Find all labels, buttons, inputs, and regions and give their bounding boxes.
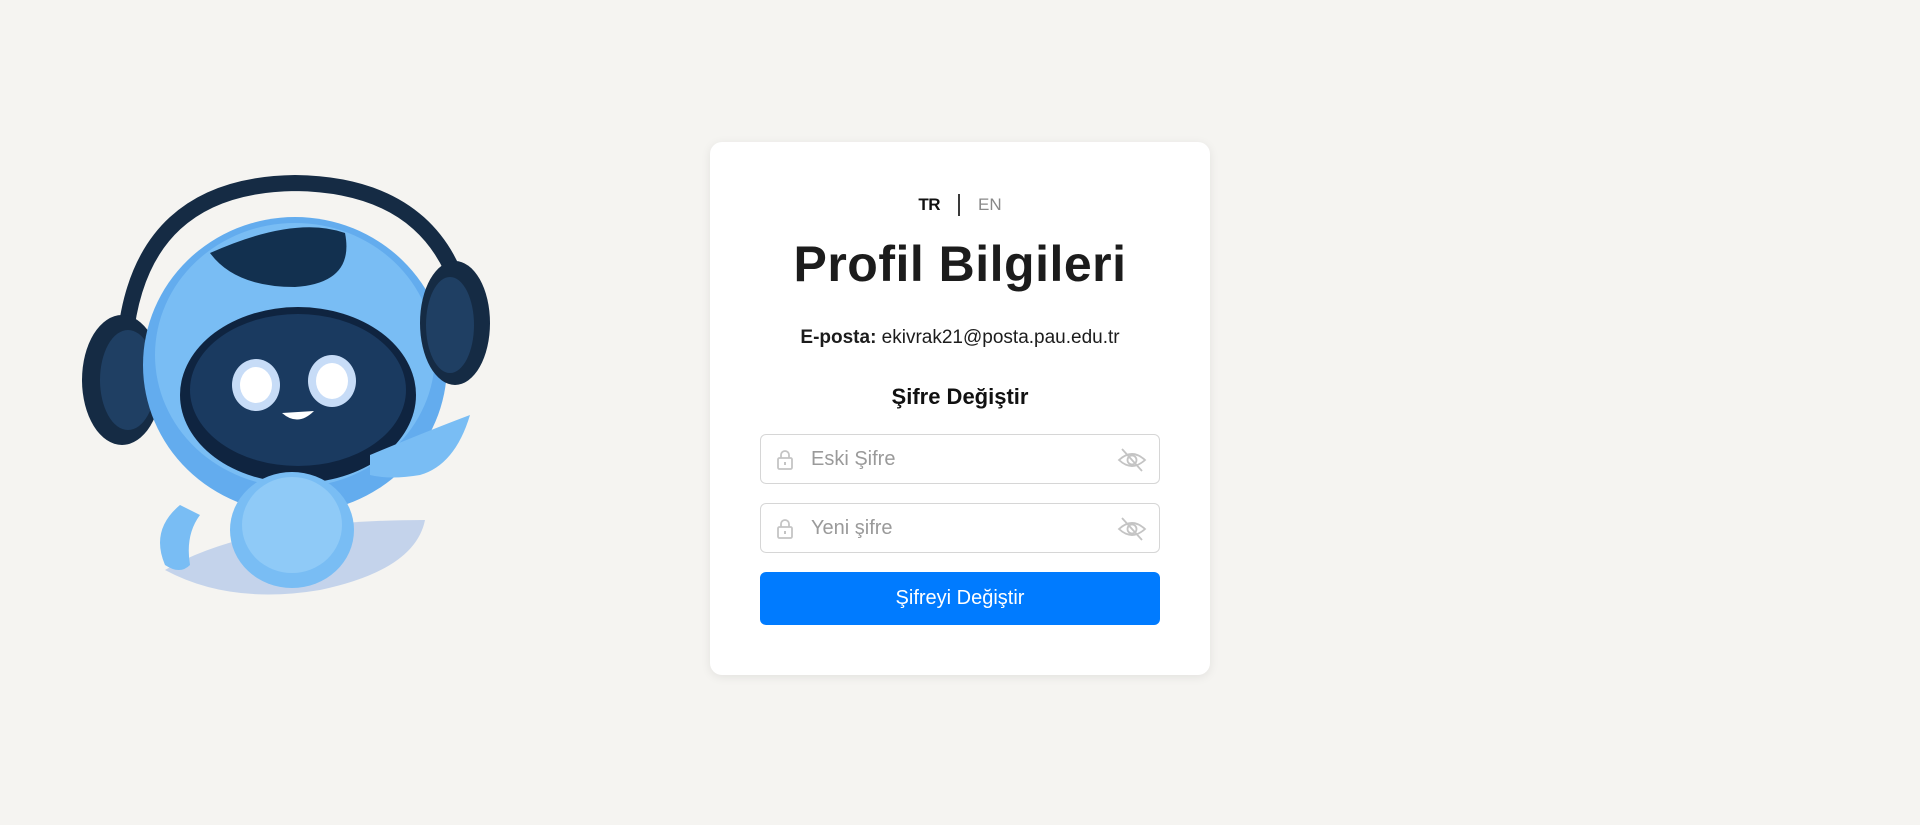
page-title: Profil Bilgileri xyxy=(793,236,1127,292)
new-password-input[interactable] xyxy=(811,504,1101,552)
email-info: E-posta: ekivrak21@posta.pau.edu.tr xyxy=(710,326,1210,350)
language-tr-option[interactable]: TR xyxy=(918,195,940,214)
old-password-field[interactable] xyxy=(760,434,1160,484)
email-value: ekivrak21@posta.pau.edu.tr xyxy=(881,327,1120,348)
email-label: E-posta: xyxy=(800,327,877,348)
old-password-input[interactable] xyxy=(811,435,1101,483)
new-password-field[interactable] xyxy=(760,503,1160,553)
lock-icon xyxy=(777,450,793,470)
profile-card: TR EN Profil Bilgileri E-posta: ekivrak21… xyxy=(710,142,1210,675)
language-divider xyxy=(958,194,961,216)
change-password-heading: Şifre Değiştir xyxy=(891,384,1029,409)
eye-off-icon[interactable] xyxy=(1117,516,1147,542)
lock-icon xyxy=(777,519,793,539)
robot-mascot-illustration xyxy=(82,175,490,595)
page: TR EN Profil Bilgileri E-posta: ekivrak21… xyxy=(0,0,1920,825)
language-switch: TR EN xyxy=(710,194,1210,216)
eye-off-icon[interactable] xyxy=(1117,447,1147,473)
language-en-option[interactable]: EN xyxy=(978,195,1002,214)
change-password-button[interactable]: Şifreyi Değiştir xyxy=(760,572,1160,625)
